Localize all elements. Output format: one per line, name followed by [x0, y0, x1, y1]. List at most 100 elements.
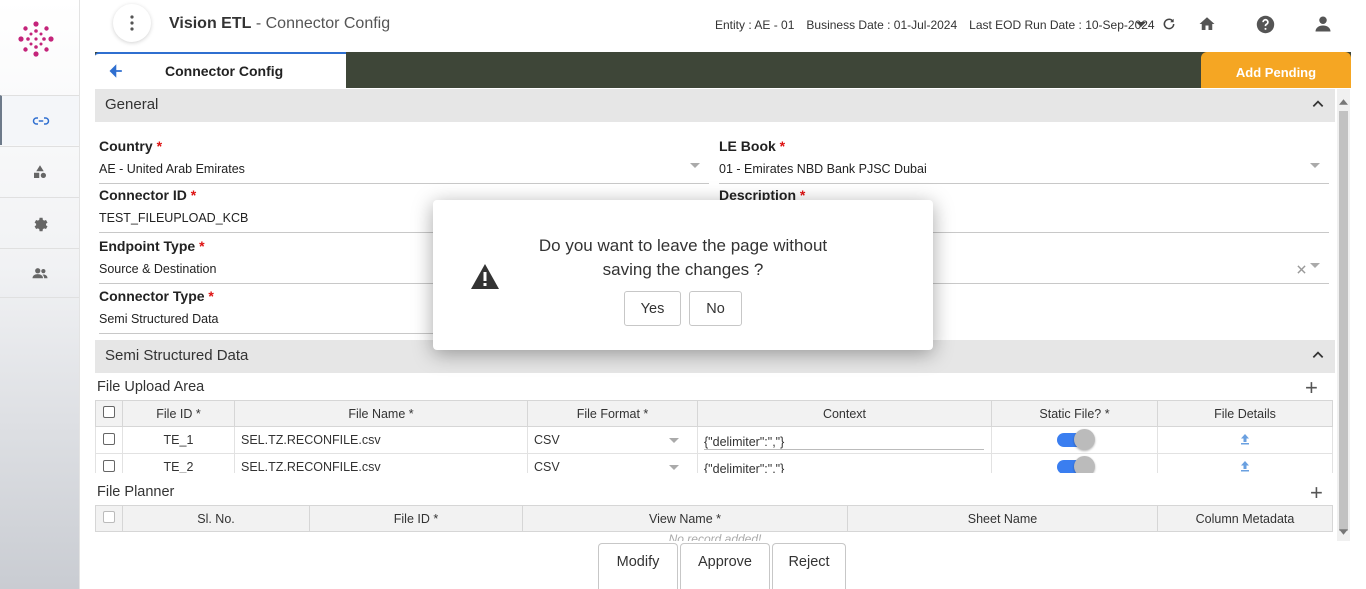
more-menu-button[interactable] — [113, 4, 151, 42]
tab-strip: Connector Config Add Pending — [95, 52, 1351, 88]
yes-button[interactable]: Yes — [624, 291, 681, 326]
row-checkbox[interactable] — [103, 432, 115, 445]
refresh-button[interactable] — [1158, 13, 1180, 35]
action-bar: Modify Approve Reject — [598, 543, 846, 589]
upload-icon[interactable] — [1239, 460, 1251, 472]
column-header: View Name * — [522, 505, 848, 532]
dropdown-caret-icon — [669, 438, 679, 443]
gear-icon — [34, 217, 48, 231]
left-sidebar — [0, 0, 80, 589]
top-bar: Vision ETL - Connector Config Entity : A… — [80, 0, 1366, 50]
shapes-icon — [34, 164, 46, 178]
toggle-switch[interactable] — [1056, 429, 1095, 451]
connector-type-value: Semi Structured Data — [99, 312, 219, 326]
file-planner-table: Sl. No. File ID * View Name * Sheet Name… — [95, 505, 1333, 532]
row-checkbox[interactable] — [103, 459, 115, 472]
section-title: General — [105, 96, 159, 113]
vertical-dots-icon — [130, 15, 134, 31]
dropdown-caret-icon — [690, 163, 700, 168]
leave-page-dialog: Do you want to leave the page without sa… — [433, 200, 933, 350]
entity-info: Entity : AE - 01 — [715, 18, 795, 32]
general-section-header[interactable]: General — [95, 89, 1335, 122]
scroll-down-icon[interactable] — [1339, 529, 1348, 535]
select-all-checkbox-cell[interactable] — [95, 400, 123, 427]
column-header: File ID * — [309, 505, 523, 532]
session-info: Entity : AE - 01 Business Date : 01-Jul-… — [715, 18, 1155, 32]
nav-shapes[interactable] — [0, 146, 79, 196]
business-date-info: Business Date : 01-Jul-2024 — [806, 18, 958, 32]
app-name: Vision ETL — [169, 15, 252, 32]
page-title: Vision ETL - Connector Config — [169, 15, 390, 33]
select-all-checkbox-cell[interactable] — [95, 505, 123, 532]
file-planner-title: File Planner — [97, 484, 175, 500]
column-header: File Name * — [234, 400, 528, 427]
table-row: TE_1 SEL.TZ.RECONFILE.csv CSV {"delimite… — [95, 426, 1333, 454]
upload-icon[interactable] — [1239, 433, 1251, 445]
file-format-select[interactable]: CSV — [527, 426, 698, 454]
home-button[interactable] — [1196, 13, 1218, 35]
scrollbar-thumb[interactable] — [1339, 111, 1348, 531]
link-icon — [32, 116, 50, 125]
app-logo — [18, 21, 54, 57]
endpoint-type-value: Source & Destination — [99, 262, 217, 276]
table-header-row: Sl. No. File ID * View Name * Sheet Name… — [95, 505, 1333, 532]
column-header: Sheet Name — [847, 505, 1158, 532]
nav-settings[interactable] — [0, 197, 79, 247]
refresh-icon — [1163, 18, 1175, 30]
country-value: AE - United Arab Emirates — [99, 162, 245, 176]
column-header: File Details — [1157, 400, 1333, 427]
scroll-up-icon[interactable] — [1339, 99, 1348, 105]
warning-icon — [471, 264, 499, 289]
dropdown-caret-icon — [669, 465, 679, 470]
users-icon — [32, 268, 48, 279]
add-planner-icon[interactable]: + — [1310, 482, 1323, 504]
country-field[interactable]: Country * AE - United Arab Emirates — [99, 138, 709, 184]
file-upload-table: File ID * File Name * File Format * Cont… — [95, 400, 1333, 481]
add-pending-button[interactable]: Add Pending — [1201, 52, 1351, 88]
dialog-message: Do you want to leave the page without sa… — [538, 236, 828, 279]
add-file-icon[interactable]: + — [1305, 377, 1318, 399]
tab-label: Connector Config — [165, 63, 284, 79]
chevron-up-icon[interactable] — [1311, 97, 1325, 111]
column-header: Static File? * — [991, 400, 1158, 427]
eod-date-info: Last EOD Run Date : 10-Sep-2024 — [969, 18, 1155, 32]
help-icon — [1256, 15, 1274, 33]
chevron-up-icon[interactable] — [1311, 348, 1325, 362]
section-title: Semi Structured Data — [105, 347, 249, 364]
nav-users[interactable] — [0, 248, 79, 298]
no-record-text: No record added! — [668, 532, 762, 541]
static-file-toggle[interactable] — [991, 426, 1158, 454]
clear-icon[interactable] — [1297, 265, 1306, 274]
modify-button[interactable]: Modify — [598, 543, 678, 589]
column-header: File ID * — [122, 400, 235, 427]
home-icon — [1199, 17, 1215, 30]
vertical-scrollbar[interactable] — [1337, 89, 1350, 541]
tab-connector-config[interactable]: Connector Config — [95, 52, 346, 88]
le-book-value: 01 - Emirates NBD Bank PJSC Dubai — [719, 162, 927, 176]
select-all-checkbox[interactable] — [103, 406, 115, 418]
approve-button[interactable]: Approve — [680, 543, 770, 589]
table-header-row: File ID * File Name * File Format * Cont… — [95, 400, 1333, 427]
file-upload-area-title: File Upload Area — [97, 379, 205, 395]
select-all-checkbox[interactable] — [103, 511, 115, 523]
dropdown-caret-icon — [1310, 163, 1320, 168]
file-id-cell: TE_1 — [122, 426, 235, 454]
column-header: Column Metadata — [1157, 505, 1333, 532]
eod-dropdown-button[interactable] — [1130, 13, 1152, 35]
connector-id-value: TEST_FILEUPLOAD_KCB — [99, 211, 249, 225]
dropdown-caret-icon — [1310, 263, 1320, 268]
page-name: - Connector Config — [251, 15, 391, 32]
help-button[interactable] — [1254, 13, 1276, 35]
back-arrow-icon[interactable] — [109, 64, 123, 78]
context-input[interactable]: {"delimiter":","} — [697, 426, 992, 454]
le-book-field[interactable]: LE Book * 01 - Emirates NBD Bank PJSC Du… — [719, 138, 1329, 184]
column-header: Context — [697, 400, 992, 427]
nav-connectors[interactable] — [0, 95, 79, 145]
file-details-cell — [1157, 426, 1333, 454]
column-header: Sl. No. — [122, 505, 310, 532]
user-profile-button[interactable] — [1312, 13, 1334, 35]
user-icon — [1315, 16, 1331, 32]
reject-button[interactable]: Reject — [772, 543, 846, 589]
file-name-cell: SEL.TZ.RECONFILE.csv — [234, 426, 528, 454]
no-button[interactable]: No — [689, 291, 742, 326]
